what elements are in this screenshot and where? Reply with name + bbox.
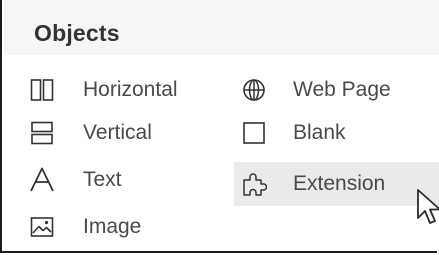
object-blank[interactable]: Blank <box>234 113 434 153</box>
object-text[interactable]: Text <box>4 160 224 200</box>
object-vertical-label: Vertical <box>83 121 152 144</box>
blank-icon <box>241 120 267 146</box>
horizontal-layout-icon <box>29 77 55 103</box>
objects-header: Objects <box>4 0 439 55</box>
object-blank-label: Blank <box>293 121 346 144</box>
object-extension[interactable]: Extension <box>234 162 439 206</box>
objects-panel: Objects Horizontal Vertical Text Image W… <box>0 0 439 253</box>
object-image[interactable]: Image <box>4 207 224 247</box>
globe-icon <box>241 77 267 103</box>
image-icon <box>29 214 55 240</box>
mouse-cursor-icon <box>415 188 439 228</box>
puzzle-piece-icon <box>241 171 267 197</box>
object-extension-label: Extension <box>293 172 386 195</box>
object-image-label: Image <box>83 215 142 238</box>
vertical-layout-icon <box>29 120 55 146</box>
object-horizontal[interactable]: Horizontal <box>4 70 224 110</box>
object-web-page[interactable]: Web Page <box>234 70 434 110</box>
object-text-label: Text <box>83 168 122 191</box>
object-horizontal-label: Horizontal <box>83 78 178 101</box>
text-icon <box>29 167 55 193</box>
panel-title: Objects <box>34 20 120 46</box>
object-vertical[interactable]: Vertical <box>4 113 224 153</box>
object-web-page-label: Web Page <box>293 78 391 101</box>
